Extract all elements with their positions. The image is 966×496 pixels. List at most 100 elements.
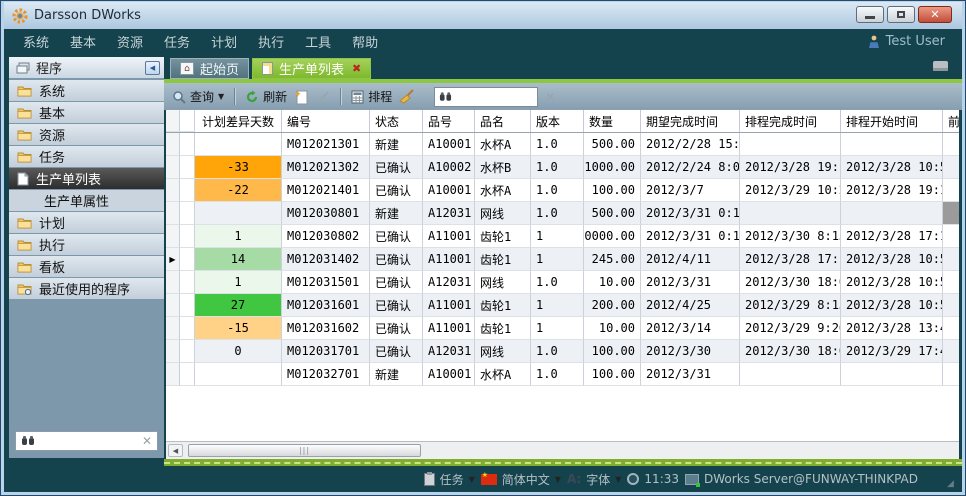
cell-diff[interactable]: -33 xyxy=(195,156,282,179)
table-row[interactable]: 1M012030802已确认A11001齿轮1110000.002012/3/3… xyxy=(166,225,959,248)
cell-qty[interactable]: 10.00 xyxy=(584,317,641,340)
cell-qty[interactable]: 245.00 xyxy=(584,248,641,271)
cell-version[interactable]: 1.0 xyxy=(531,133,584,156)
cell-qty[interactable]: 500.00 xyxy=(584,133,641,156)
cell-due[interactable]: 2012/4/11 xyxy=(641,248,740,271)
cell-due[interactable]: 2012/2/28 15:00 xyxy=(641,133,740,156)
cell-item_no[interactable]: A12031 xyxy=(423,202,475,225)
sidebar-search-clear-icon[interactable]: ✕ xyxy=(142,434,152,448)
row-selector[interactable] xyxy=(166,179,180,202)
schedule-button[interactable]: 排程 xyxy=(351,88,392,105)
cell-version[interactable]: 1 xyxy=(531,248,584,271)
cell-sched_end[interactable]: 2012/3/28 19:10 xyxy=(740,156,841,179)
cell-qty[interactable]: 100.00 xyxy=(584,363,641,386)
cell-item_no[interactable]: A10002 xyxy=(423,156,475,179)
sidebar-item-0[interactable]: 系统 xyxy=(9,80,164,101)
cell-version[interactable]: 1 xyxy=(531,225,584,248)
cell-item_no[interactable]: A11001 xyxy=(423,294,475,317)
cell-diff[interactable]: 0 xyxy=(195,340,282,363)
cell-extra[interactable] xyxy=(943,133,959,156)
resize-grip-icon[interactable]: ◢ xyxy=(947,479,955,487)
cell-sched_end[interactable] xyxy=(740,133,841,156)
sidebar-item-9[interactable]: 最近使用的程序 xyxy=(9,278,164,299)
column-header-5[interactable]: 版本 xyxy=(531,110,584,132)
cell-sched_start[interactable]: 2012/3/29 17:46 xyxy=(841,340,943,363)
cell-extra[interactable] xyxy=(943,248,959,271)
font-menu[interactable]: A: 字体 ▼ xyxy=(567,471,621,488)
row-selector[interactable] xyxy=(166,294,180,317)
row-selector[interactable] xyxy=(166,225,180,248)
cell-no[interactable]: M012032701 xyxy=(282,363,370,386)
edit-button[interactable] xyxy=(316,90,330,104)
cell-qty[interactable]: 500.00 xyxy=(584,202,641,225)
column-header-9[interactable]: 排程开始时间 xyxy=(841,110,943,132)
cell-due[interactable]: 2012/3/7 xyxy=(641,179,740,202)
cell-diff[interactable]: 1 xyxy=(195,271,282,294)
menu-item-5[interactable]: 执行 xyxy=(258,32,284,51)
column-header-6[interactable]: 数量 xyxy=(584,110,641,132)
table-row[interactable]: M012021301新建A10001水杯A1.0500.002012/2/28 … xyxy=(166,133,959,156)
cell-extra[interactable] xyxy=(943,363,959,386)
cell-sched_start[interactable]: 2012/3/28 10:52 xyxy=(841,294,943,317)
sidebar-item-3[interactable]: 任务 xyxy=(9,146,164,167)
cell-version[interactable]: 1.0 xyxy=(531,202,584,225)
refresh-button[interactable]: 刷新 xyxy=(245,88,287,105)
table-row[interactable]: 27M012031601已确认A11001齿轮11200.002012/4/25… xyxy=(166,294,959,317)
cell-extra[interactable] xyxy=(943,156,959,179)
cell-qty[interactable]: 10.00 xyxy=(584,271,641,294)
tab-production-order-list[interactable]: 生产单列表 ✖ xyxy=(252,58,371,79)
table-row[interactable]: -22M012021401已确认A10001水杯A1.0100.002012/3… xyxy=(166,179,959,202)
table-row[interactable]: 0M012031701已确认A12031网线1.0100.002012/3/30… xyxy=(166,340,959,363)
cell-sched_end[interactable]: 2012/3/29 8:15 xyxy=(740,294,841,317)
cell-diff[interactable] xyxy=(195,363,282,386)
row-selector[interactable] xyxy=(166,202,180,225)
cell-item_name[interactable]: 水杯B xyxy=(475,156,531,179)
cell-item_no[interactable]: A10001 xyxy=(423,133,475,156)
task-menu[interactable]: 任务 ▼ xyxy=(424,471,475,488)
cell-sched_end[interactable]: 2012/3/30 8:15 xyxy=(740,225,841,248)
sidebar-item-1[interactable]: 基本 xyxy=(9,102,164,123)
cell-sched_start[interactable] xyxy=(841,133,943,156)
cell-status[interactable]: 已确认 xyxy=(370,248,423,271)
current-row-arrow-icon[interactable]: ▶ xyxy=(166,248,180,271)
sidebar-item-5[interactable]: 生产单属性 xyxy=(9,190,164,211)
cell-sched_end[interactable] xyxy=(740,202,841,225)
cell-qty[interactable]: 100.00 xyxy=(584,340,641,363)
cell-version[interactable]: 1.0 xyxy=(531,340,584,363)
cell-version[interactable]: 1 xyxy=(531,317,584,340)
cell-sched_start[interactable] xyxy=(841,363,943,386)
cell-sched_end[interactable] xyxy=(740,363,841,386)
cell-item_no[interactable]: A10001 xyxy=(423,363,475,386)
cell-sched_start[interactable]: 2012/3/28 10:52 xyxy=(841,248,943,271)
cell-item_no[interactable]: A11001 xyxy=(423,225,475,248)
cell-extra[interactable] xyxy=(943,340,959,363)
cell-no[interactable]: M012031601 xyxy=(282,294,370,317)
table-row[interactable]: M012032701新建A10001水杯A1.0100.002012/3/31 xyxy=(166,363,959,386)
sidebar-collapse-button[interactable]: ◀ xyxy=(145,61,160,75)
table-row[interactable]: ▶14M012031402已确认A11001齿轮11245.002012/4/1… xyxy=(166,248,959,271)
cell-extra[interactable] xyxy=(943,225,959,248)
cell-no[interactable]: M012021302 xyxy=(282,156,370,179)
cell-extra[interactable] xyxy=(943,294,959,317)
row-selector[interactable] xyxy=(166,156,180,179)
cell-sched_end[interactable]: 2012/3/30 18:00 xyxy=(740,340,841,363)
toolbar-search-input[interactable] xyxy=(456,90,533,104)
cell-item_no[interactable]: A12031 xyxy=(423,271,475,294)
user-box[interactable]: Test User xyxy=(868,29,945,54)
cell-version[interactable]: 1.0 xyxy=(531,156,584,179)
cell-diff[interactable] xyxy=(195,133,282,156)
cell-item_name[interactable]: 网线 xyxy=(475,340,531,363)
cell-version[interactable]: 1.0 xyxy=(531,363,584,386)
cell-no[interactable]: M012021301 xyxy=(282,133,370,156)
menu-item-3[interactable]: 任务 xyxy=(164,32,190,51)
cell-version[interactable]: 1.0 xyxy=(531,271,584,294)
cell-due[interactable]: 2012/3/31 xyxy=(641,363,740,386)
cell-due[interactable]: 2012/2/24 8:00 xyxy=(641,156,740,179)
column-header-8[interactable]: 排程完成时间 xyxy=(740,110,841,132)
table-row[interactable]: M012030801新建A12031网线1.0500.002012/3/31 0… xyxy=(166,202,959,225)
cell-sched_end[interactable]: 2012/3/29 10:20 xyxy=(740,179,841,202)
cell-sched_end[interactable]: 2012/3/29 9:20 xyxy=(740,317,841,340)
row-selector[interactable] xyxy=(166,133,180,156)
cell-item_name[interactable]: 齿轮1 xyxy=(475,248,531,271)
cell-qty[interactable]: 100.00 xyxy=(584,179,641,202)
